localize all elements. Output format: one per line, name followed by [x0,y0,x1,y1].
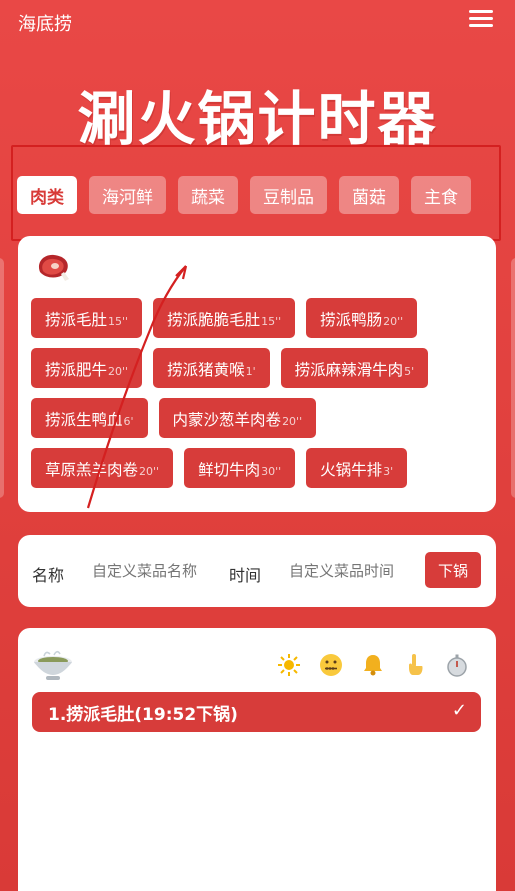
food-name: 捞派猪黄喉 [167,361,245,379]
dish-name-input[interactable] [92,557,218,585]
food-cook-time: 20'' [139,465,160,478]
brand-name: 海底捞 [18,14,72,35]
time-label: 时间 [229,566,262,585]
stopwatch-icon[interactable] [444,652,470,678]
sun-icon[interactable] [276,652,302,678]
food-row: 草原羔羊肉卷 20'' 鲜切牛肉 30'' 火锅牛排 3' [31,448,491,488]
food-cook-time: 5' [404,365,415,378]
category-tabs: 肉类 海河鲜 蔬菜 豆制品 菌菇 主食 [17,176,471,214]
name-label: 名称 [32,566,65,585]
tab-3[interactable]: 豆制品 [250,176,327,214]
top-bar: 海底捞 [0,0,515,44]
food-name: 草原羔羊肉卷 [45,461,139,479]
food-cook-time: 20'' [282,415,303,428]
food-button[interactable]: 火锅牛排 3' [306,448,408,488]
food-name: 鲜切牛肉 [198,461,261,479]
timer-item[interactable]: 1.捞派毛肚(19:52下锅) ✓ [32,692,481,732]
steak-icon [38,254,69,281]
food-cook-time: 15'' [261,315,282,328]
page-title: 涮火锅计时器 [77,85,438,153]
food-name: 内蒙沙葱羊肉卷 [172,411,282,429]
tab-1[interactable]: 海河鲜 [89,176,166,214]
food-cook-time: 20'' [383,315,404,328]
food-button[interactable]: 捞派毛肚 15'' [31,298,143,338]
pointing-hand-icon[interactable] [402,652,428,678]
food-cook-time: 6' [123,415,134,428]
food-button[interactable]: 捞派生鸭血 6' [31,398,148,438]
tab-0[interactable]: 肉类 [17,176,77,214]
food-button[interactable]: 草原羔羊肉卷 20'' [31,448,174,488]
bell-icon[interactable] [360,652,386,678]
food-name: 捞派鸭肠 [320,311,383,329]
prev-card-edge [0,258,4,498]
food-button[interactable]: 鲜切牛肉 30'' [184,448,296,488]
food-name: 捞派毛肚 [45,311,108,329]
food-grid: 捞派毛肚 15'' 捞派脆脆毛肚 15'' 捞派鸭肠 20'' 捞派肥牛 20'' 捞派猪黄喉 1… [31,298,491,498]
menu-icon[interactable] [469,10,493,28]
food-button[interactable]: 捞派猪黄喉 1' [153,348,270,388]
tab-4[interactable]: 菌菇 [339,176,399,214]
food-card: 捞派毛肚 15'' 捞派脆脆毛肚 15'' 捞派鸭肠 20'' 捞派肥牛 20'' 捞派猪黄喉 1… [18,236,496,512]
food-cook-time: 15'' [108,315,129,328]
food-row: 捞派生鸭血 6' 内蒙沙葱羊肉卷 20'' [31,398,491,438]
add-to-pot-button[interactable]: 下锅 [425,552,481,588]
next-card-edge [511,258,515,498]
custom-dish-form: 名称 时间 下锅 [18,535,496,607]
food-row: 捞派肥牛 20'' 捞派猪黄喉 1' 捞派麻辣滑牛肉 5' [31,348,491,388]
food-name: 捞派麻辣滑牛肉 [294,361,404,379]
food-name: 捞派肥牛 [45,361,108,379]
pot-card: 1.捞派毛肚(19:52下锅) ✓ [18,628,496,891]
timer-label: 1.捞派毛肚(19:52下锅) [48,704,238,725]
check-icon[interactable]: ✓ [452,700,467,721]
tab-2[interactable]: 蔬菜 [178,176,238,214]
zipper-mouth-face-icon[interactable] [318,652,344,678]
food-button[interactable]: 捞派脆脆毛肚 15'' [153,298,296,338]
food-cook-time: 3' [383,465,394,478]
tab-5[interactable]: 主食 [411,176,471,214]
food-name: 捞派脆脆毛肚 [167,311,261,329]
food-name: 捞派生鸭血 [45,411,123,429]
food-cook-time: 20'' [108,365,129,378]
food-button[interactable]: 捞派肥牛 20'' [31,348,143,388]
food-button[interactable]: 捞派鸭肠 20'' [306,298,418,338]
food-cook-time: 30'' [261,465,282,478]
food-button[interactable]: 捞派麻辣滑牛肉 5' [280,348,429,388]
food-cook-time: 1' [245,365,256,378]
dish-time-input[interactable] [289,557,415,585]
hotpot-bowl-icon [34,650,72,680]
food-button[interactable]: 内蒙沙葱羊肉卷 20'' [158,398,317,438]
food-name: 火锅牛排 [320,461,383,479]
food-row: 捞派毛肚 15'' 捞派脆脆毛肚 15'' 捞派鸭肠 20'' [31,298,491,338]
